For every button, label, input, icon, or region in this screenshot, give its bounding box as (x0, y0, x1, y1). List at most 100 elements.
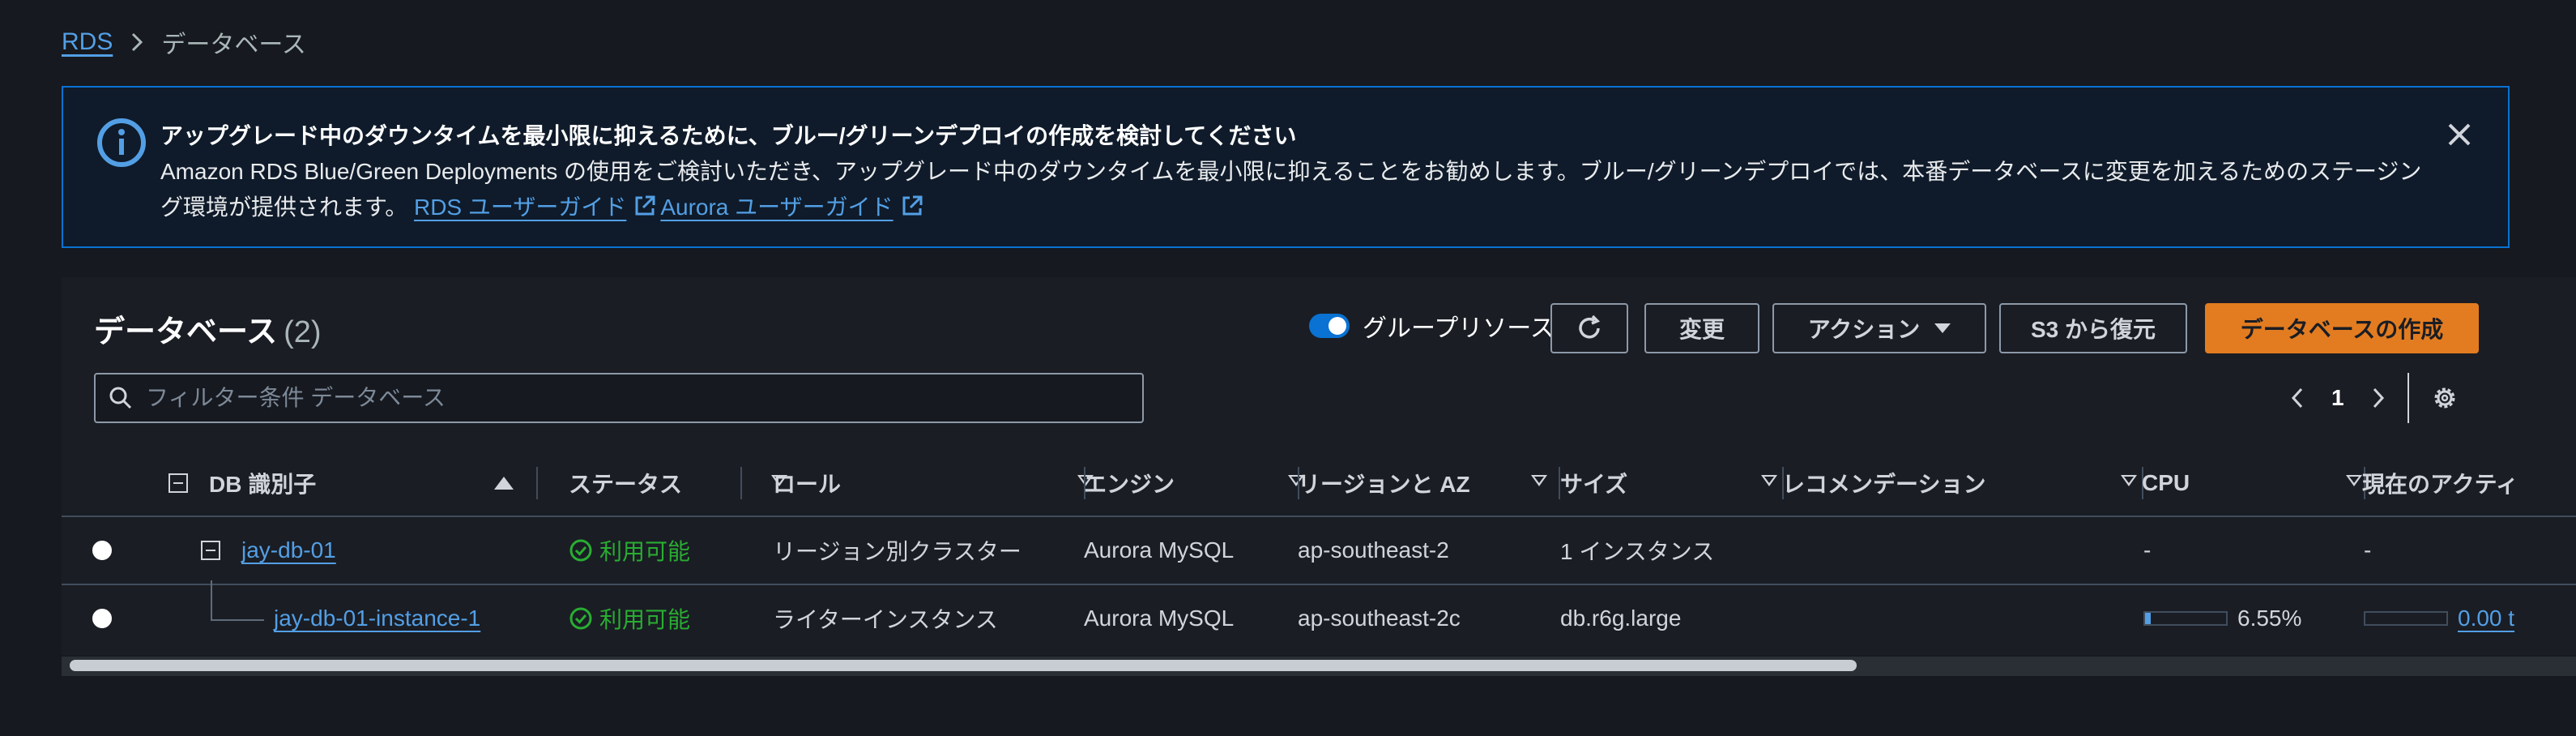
collapse-all-icon[interactable] (168, 473, 188, 493)
actions-dropdown-button[interactable]: アクション (1772, 303, 1986, 353)
close-icon[interactable] (2443, 118, 2476, 151)
aurora-user-guide-link[interactable]: Aurora ユーザーガイド (660, 195, 893, 220)
collapse-row-icon[interactable] (201, 517, 220, 584)
activity-value[interactable]: 0.00 t (2458, 605, 2514, 631)
column-label: エンジン (1084, 472, 1175, 497)
status-badge: 利用可能 (569, 585, 690, 652)
breadcrumb-rds-link[interactable]: RDS (62, 28, 113, 56)
search-field[interactable] (94, 373, 1144, 423)
status-text: 利用可能 (599, 539, 691, 564)
current-page[interactable]: 1 (2331, 385, 2344, 411)
databases-panel: データベース (2) グループリソース 変更 アクション S3 から復元 データベ… (62, 277, 2576, 676)
status-badge: 利用可能 (569, 517, 690, 584)
sort-ascending-icon (494, 477, 514, 490)
cpu-usage-fill (2145, 613, 2151, 624)
column-label: ステータス (569, 472, 683, 497)
region-cell: ap-southeast-2c (1298, 605, 1461, 631)
tree-connector (211, 580, 212, 621)
column-header-recommendations[interactable]: レコメンデーション (1782, 451, 2152, 516)
size-cell: 1 インスタンス (1560, 539, 1715, 564)
refresh-icon (1579, 315, 1601, 339)
check-circle-icon (569, 607, 592, 630)
cpu-cell: 6.55% (2143, 585, 2301, 652)
column-label: サイズ (1560, 472, 1628, 497)
filter-icon (2121, 475, 2137, 486)
column-header-current-activity[interactable]: 現在のアクティ (2362, 451, 2576, 516)
db-identifier[interactable]: jay-db-01 (241, 537, 336, 563)
settings-gear-icon[interactable] (2429, 382, 2461, 414)
row-radio[interactable] (92, 517, 112, 584)
table-row[interactable]: jay-db-01 利用可能 リージョン別クラスター Aurora MySQL … (62, 517, 2576, 585)
external-link-icon (635, 195, 655, 216)
filter-icon (1531, 475, 1547, 486)
table-row[interactable]: jay-db-01-instance-1 利用可能 ライターインスタンス Aur… (62, 580, 2576, 652)
region-cell: ap-southeast-2 (1298, 537, 1449, 563)
databases-count: (2) (284, 315, 322, 349)
tree-connector (211, 619, 264, 621)
column-header-size[interactable]: サイズ (1560, 451, 1792, 516)
db-identifier-link[interactable]: jay-db-01-instance-1 (274, 585, 480, 652)
breadcrumb: RDS データベース (62, 26, 306, 58)
column-header-status[interactable]: ステータス (569, 451, 802, 516)
previous-page-icon[interactable] (2281, 382, 2314, 414)
cpu-cell: - (2143, 537, 2152, 563)
chevron-right-icon (130, 32, 143, 52)
info-icon (97, 118, 146, 167)
group-resources-label: グループリソース (1363, 315, 1555, 342)
pager-divider (2407, 373, 2409, 423)
cpu-value: 6.55% (2237, 605, 2302, 631)
page-title: データベース (2) (94, 306, 322, 351)
engine-cell: Aurora MySQL (1084, 537, 1235, 563)
status-text: 利用可能 (599, 607, 691, 632)
banner-title: アップグレード中のダウンタイムを最小限に抑えるために、ブルー/グリーンデプロイの… (160, 123, 1297, 148)
breadcrumb-current: データベース (161, 32, 306, 58)
column-header-region-az[interactable]: リージョンと AZ (1298, 451, 1562, 516)
table-header: DB 識別子 ステータス ロール エンジン リージョンと AZ サイズ レコメン… (62, 451, 2576, 517)
search-input[interactable] (144, 384, 1120, 412)
activity-bar (2364, 611, 2448, 626)
external-link-icon (902, 195, 923, 216)
engine-cell: Aurora MySQL (1084, 605, 1235, 631)
modify-button[interactable]: 変更 (1644, 303, 1759, 353)
column-header-db-identifier[interactable]: DB 識別子 (168, 451, 533, 516)
pagination: 1 (2281, 373, 2461, 423)
group-resources-toggle[interactable]: グループリソース (1309, 308, 1555, 344)
column-divider[interactable] (536, 467, 538, 499)
db-identifier-link[interactable]: jay-db-01 (241, 517, 336, 584)
restore-from-s3-button[interactable]: S3 から復元 (1999, 303, 2187, 353)
banner-body-line1: Amazon RDS Blue/Green Deployments の使用をご検… (160, 159, 2422, 184)
column-header-cpu[interactable]: CPU (2142, 451, 2377, 516)
horizontal-scrollbar[interactable] (62, 657, 2576, 676)
check-circle-icon (569, 539, 592, 562)
databases-title: データベース (94, 315, 278, 349)
size-cell: db.r6g.large (1560, 605, 1682, 631)
role-cell: リージョン別クラスター (773, 539, 1021, 564)
banner-body-line2: グ環境が提供されます。 (160, 195, 408, 220)
info-banner: アップグレード中のダウンタイムを最小限に抑えるために、ブルー/グリーンデプロイの… (62, 86, 2510, 248)
activity-cell: 0.00 t (2364, 585, 2514, 652)
next-page-icon[interactable] (2362, 382, 2395, 414)
filter-icon (1761, 475, 1777, 486)
rds-user-guide-link[interactable]: RDS ユーザーガイド (414, 195, 626, 220)
row-radio[interactable] (92, 585, 112, 652)
column-label: ロール (773, 472, 842, 497)
cpu-usage-bar (2143, 611, 2228, 626)
filter-icon (2346, 475, 2362, 486)
create-database-button[interactable]: データベースの作成 (2205, 303, 2479, 353)
column-header-engine[interactable]: エンジン (1084, 451, 1319, 516)
caret-down-icon (1934, 323, 1951, 333)
column-divider[interactable] (740, 467, 742, 499)
role-cell: ライターインスタンス (773, 607, 998, 632)
refresh-button[interactable] (1550, 303, 1628, 353)
banner-body: Amazon RDS Blue/Green Deployments の使用をご検… (160, 154, 2477, 225)
toggle-switch[interactable] (1309, 314, 1350, 338)
column-label: 現在のアクティ (2362, 472, 2518, 497)
column-label: DB 識別子 (209, 472, 317, 497)
db-identifier[interactable]: jay-db-01-instance-1 (274, 605, 480, 631)
column-header-role[interactable]: ロール (773, 451, 1094, 516)
scrollbar-thumb[interactable] (70, 660, 1857, 671)
column-label: CPU (2142, 470, 2190, 495)
activity-cell: - (2364, 537, 2372, 563)
actions-label: アクション (1807, 317, 1921, 342)
column-label: リージョンと AZ (1298, 472, 1470, 497)
